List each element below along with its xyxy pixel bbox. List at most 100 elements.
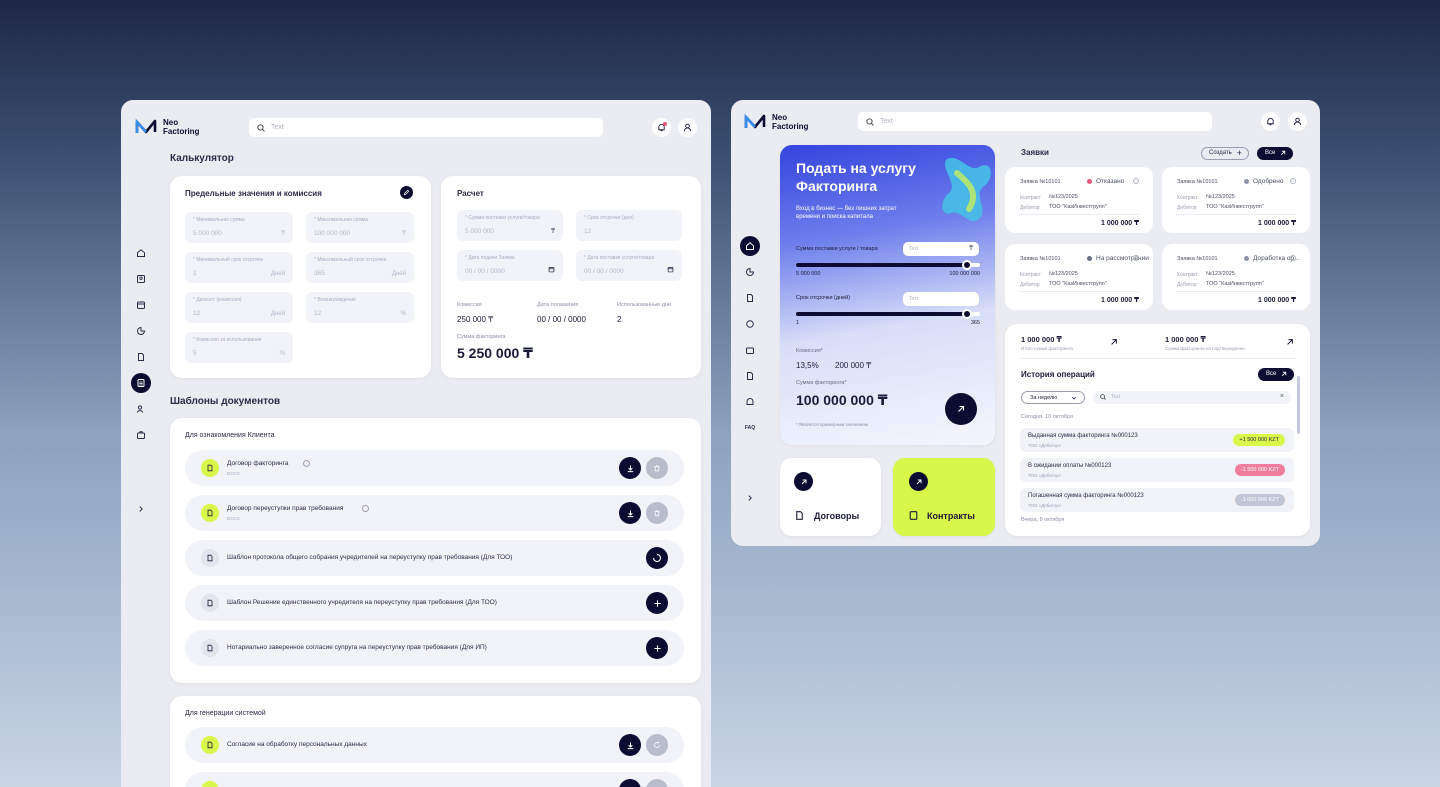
application-card[interactable]: Заявка №10101 Доработка ор... Контракт №123…: [1162, 244, 1310, 310]
regenerate-button[interactable]: [646, 734, 668, 756]
brand-line2: Factoring: [772, 122, 809, 131]
profile-button-right[interactable]: [1288, 112, 1307, 131]
document-row-partial[interactable]: [185, 772, 684, 787]
operations-card: 1 000 000 ₸ Итого сумма факторинга 1 000…: [1005, 324, 1310, 536]
info-icon[interactable]: [1133, 255, 1139, 261]
term-max: 365: [970, 320, 980, 326]
all-applications-button[interactable]: Все: [1257, 147, 1293, 160]
add-button[interactable]: [646, 637, 668, 659]
info-icon[interactable]: [1290, 255, 1296, 261]
info-icon[interactable]: [1290, 178, 1296, 184]
nav-files[interactable]: [740, 366, 760, 386]
operation-amount: +1 500 000 KZT: [1233, 434, 1285, 446]
limit-field[interactable]: * Минимальная сумма 5 000 000 ₸: [185, 212, 293, 243]
operation-row[interactable]: Погашенная сумма факторинга №000123 ТОО «…: [1020, 488, 1294, 512]
document-row[interactable]: Шаблон протокола общего собрания учредит…: [185, 540, 684, 576]
limit-field-label: * Минимальная сумма: [193, 217, 245, 223]
calc-field[interactable]: * Срок отсрочки (дни) 12: [576, 210, 682, 241]
calendar-icon: [137, 301, 145, 309]
nav-briefcase[interactable]: [740, 340, 760, 360]
calc-field[interactable]: * Дата поставки услуги/товара 00 / 00 / 0…: [576, 250, 682, 281]
nav-notifications[interactable]: [740, 392, 760, 412]
operation-row[interactable]: В ожидании оплаты №000123 ТОО «Дебитор» -1…: [1020, 458, 1294, 482]
nav-expand[interactable]: [740, 488, 760, 508]
operation-row[interactable]: Выданная сумма факторинга №000123 ТОО «Де…: [1020, 428, 1294, 452]
limit-field[interactable]: * Максимальная сумма 100 000 000 ₸: [306, 212, 414, 243]
info-icon[interactable]: [362, 505, 369, 512]
submit-application-button[interactable]: [945, 393, 977, 425]
create-application-button[interactable]: Создать +: [1201, 147, 1249, 160]
debtor-label: Дебитор: [1177, 205, 1197, 211]
notification-button-right[interactable]: [1261, 112, 1280, 131]
operations-search-placeholder: Text: [1111, 394, 1121, 400]
operations-search-input[interactable]: Text ×: [1093, 391, 1291, 404]
application-card[interactable]: Заявка №10101 На рассмотрении Контракт №123…: [1005, 244, 1153, 310]
application-card[interactable]: Заявка №10101 Отказано Контракт №123/2025 Де…: [1005, 167, 1153, 233]
limit-field[interactable]: * Дисконт (комиссия) 12 Дней: [185, 292, 293, 323]
document-icon: [201, 504, 219, 522]
nav-expand[interactable]: [131, 499, 151, 519]
term-input[interactable]: Text: [903, 292, 979, 306]
notification-button[interactable]: [652, 118, 671, 137]
calendar-icon[interactable]: [548, 266, 555, 275]
all-operations-button[interactable]: Все: [1258, 368, 1294, 381]
info-icon[interactable]: [1133, 178, 1139, 184]
nav-calculator[interactable]: [131, 373, 151, 393]
profile-button[interactable]: [678, 118, 697, 137]
nav-users[interactable]: [131, 399, 151, 419]
uploading-spinner[interactable]: [646, 547, 668, 569]
search-input[interactable]: Text: [249, 118, 603, 137]
add-button[interactable]: [646, 592, 668, 614]
period-select[interactable]: За неделю: [1021, 391, 1085, 404]
document-row[interactable]: Договор переуступки прав требования DOCX: [185, 495, 684, 531]
nav-documents[interactable]: [131, 347, 151, 367]
nav-analytics[interactable]: [131, 321, 151, 341]
tenge-icon[interactable]: ₸: [551, 228, 555, 235]
delete-button[interactable]: [646, 457, 668, 479]
nav-finance[interactable]: [740, 314, 760, 334]
download-button[interactable]: [619, 502, 641, 524]
amount-slider-handle[interactable]: [962, 260, 973, 270]
term-slider-handle[interactable]: [962, 309, 973, 319]
arrow-up-right-icon[interactable]: [1286, 338, 1294, 346]
nav-faq[interactable]: FAQ: [740, 418, 760, 438]
term-slider-track[interactable]: [796, 309, 980, 319]
amount-input[interactable]: Text ₸: [903, 242, 979, 256]
info-icon[interactable]: [303, 460, 310, 467]
nav-contacts[interactable]: [131, 269, 151, 289]
document-row[interactable]: Договор факторинга DOCX: [185, 450, 684, 486]
nav-calendar[interactable]: [131, 295, 151, 315]
document-row[interactable]: Нотариально заверенное согласие супруга …: [185, 630, 684, 666]
calendar-icon[interactable]: [667, 266, 674, 275]
chevron-right-icon: [139, 506, 143, 512]
logo-right[interactable]: Neo Factoring: [744, 113, 808, 131]
logo[interactable]: Neo Factoring: [135, 118, 199, 136]
edit-limits-button[interactable]: [400, 186, 413, 199]
tile-agreements[interactable]: Договоры: [780, 458, 881, 536]
document-row[interactable]: Согласие на обработку персональных данны…: [185, 727, 684, 763]
delete-button[interactable]: [646, 502, 668, 524]
clear-icon[interactable]: ×: [1280, 393, 1284, 400]
application-card[interactable]: Заявка №10101 Одобрено Контракт №123/2025 Де…: [1162, 167, 1310, 233]
nav-documents[interactable]: [740, 288, 760, 308]
document-row[interactable]: Шаблон Решение единственного учредителя …: [185, 585, 684, 621]
download-button[interactable]: [619, 734, 641, 756]
calc-field[interactable]: * Дата подачи Заявки 00 / 00 / 0000: [457, 250, 563, 281]
limit-field[interactable]: * Вознаграждение 12%: [306, 292, 414, 323]
amount-slider-track[interactable]: [796, 260, 980, 270]
amount-slider-label: Сумма поставки услуги / товара: [796, 246, 878, 252]
search-input-right[interactable]: Text: [858, 112, 1212, 131]
scrollbar[interactable]: [1297, 376, 1300, 434]
calc-field[interactable]: * Сумма поставки услуги/товара 5 000 000 ₸: [457, 210, 563, 241]
download-button[interactable]: [619, 457, 641, 479]
nav-home[interactable]: [740, 236, 760, 256]
contract-label: Контракт: [1020, 272, 1041, 278]
limit-field[interactable]: * Комиссия за использование 5%: [185, 332, 293, 363]
arrow-up-right-icon[interactable]: [1110, 338, 1118, 346]
tile-contracts[interactable]: Контракты: [893, 458, 995, 536]
limit-field[interactable]: * Максимальный срок отсрочки 365 Дней: [306, 252, 414, 283]
nav-analytics[interactable]: [740, 262, 760, 282]
limit-field[interactable]: * Минимальный срок отсрочки 1 Дней: [185, 252, 293, 283]
nav-briefcase[interactable]: [131, 425, 151, 445]
nav-home[interactable]: [131, 243, 151, 263]
